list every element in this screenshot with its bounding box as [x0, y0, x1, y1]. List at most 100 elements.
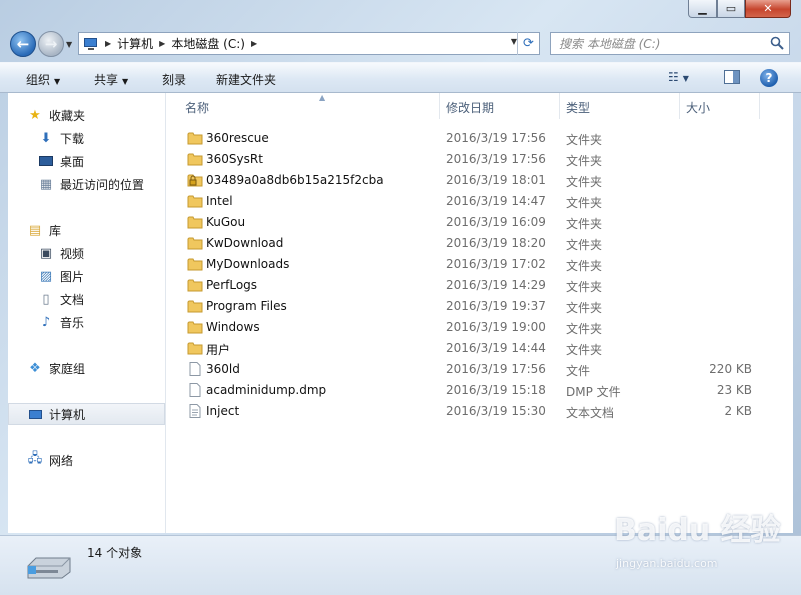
preview-pane-button[interactable]	[724, 70, 740, 84]
sidebar-item-label: 视频	[60, 246, 85, 261]
table-row[interactable]: Intel 2016/3/19 14:47 文件夹	[167, 191, 793, 212]
table-row[interactable]: KuGou 2016/3/19 16:09 文件夹	[167, 212, 793, 233]
change-view-button[interactable]: ☷ ▼	[668, 70, 689, 84]
new-folder-button[interactable]: 新建文件夹	[216, 71, 276, 88]
search-box[interactable]	[550, 32, 790, 55]
file-name: MyDownloads	[206, 257, 290, 271]
organize-label: 组织	[26, 73, 51, 87]
share-label: 共享	[94, 73, 119, 87]
table-row[interactable]: acadminidump.dmp 2016/3/19 15:18 DMP 文件 23 …	[167, 380, 793, 401]
back-arrow-icon: ←	[16, 35, 30, 53]
star-icon: ★	[29, 107, 41, 123]
folder-icon	[187, 321, 203, 334]
table-row[interactable]: MyDownloads 2016/3/19 17:02 文件夹	[167, 254, 793, 275]
sidebar-item-desktop[interactable]: 桌面	[8, 150, 165, 172]
file-name: PerfLogs	[206, 278, 258, 292]
column-header-label: 类型	[566, 101, 591, 115]
column-header-size[interactable]: 大小	[680, 93, 760, 119]
table-row[interactable]: 360ld 2016/3/19 17:56 文件 220 KB	[167, 359, 793, 380]
file-type: 文件夹	[566, 259, 603, 273]
breadcrumb-separator-icon[interactable]: ▶	[105, 39, 111, 48]
sidebar-item-label: 家庭组	[49, 361, 86, 376]
file-modified-date: 2016/3/19 14:29	[446, 278, 546, 292]
breadcrumb-local-disk[interactable]: 本地磁盘 (C:)	[171, 35, 245, 52]
sidebar-computer[interactable]: 计算机	[8, 403, 165, 425]
sidebar-item-pictures[interactable]: ▨ 图片	[8, 265, 165, 287]
column-header-name[interactable]: 名称 ▲	[179, 93, 440, 119]
file-size: 23 KB	[716, 383, 752, 397]
column-header-label: 名称	[185, 101, 210, 115]
refresh-button[interactable]: ⟳	[517, 32, 539, 55]
navigation-pane[interactable]: ★ 收藏夹 ⬇ 下载 桌面 ▦ 最近访问的位置 ▤ 库 ▣ 视频 ▨ 图片 ▯ …	[8, 93, 166, 533]
recent-pages-dropdown-icon[interactable]: ▼	[66, 40, 72, 49]
table-row[interactable]: 用户 2016/3/19 14:44 文件夹	[167, 338, 793, 359]
table-row[interactable]: 360SysRt 2016/3/19 17:56 文件夹	[167, 149, 793, 170]
maximize-button[interactable]: ▭	[717, 0, 745, 18]
sidebar-homegroup[interactable]: ❖ 家庭组	[8, 357, 165, 379]
library-icon: ▤	[28, 222, 42, 238]
search-icon[interactable]	[770, 36, 784, 50]
sidebar-libraries[interactable]: ▤ 库	[8, 219, 165, 241]
folder-icon	[187, 279, 203, 292]
file-type: 文件夹	[566, 217, 603, 231]
table-row[interactable]: PerfLogs 2016/3/19 14:29 文件夹	[167, 275, 793, 296]
explorer-window: ▁ ▭ ✕ ← → ▼ ▶ 计算机 ▶ 本地磁盘 (C:) ▶ ▼ ⟳ 组织▼ …	[0, 0, 801, 595]
share-menu[interactable]: 共享 ▼	[94, 71, 128, 88]
forward-button[interactable]: →	[38, 31, 64, 57]
sidebar-item-recent-places[interactable]: ▦ 最近访问的位置	[8, 173, 165, 195]
table-row[interactable]: Inject 2016/3/19 15:30 文本文档 2 KB	[167, 401, 793, 422]
column-header-label: 大小	[686, 101, 711, 115]
close-button[interactable]: ✕	[745, 0, 791, 18]
sidebar-item-documents[interactable]: ▯ 文档	[8, 288, 165, 310]
document-icon: ▯	[42, 291, 50, 307]
file-type: 文件夹	[566, 301, 603, 315]
file-list[interactable]: 名称 ▲ 修改日期 类型 大小 360rescue 2016/3/19 17:56…	[167, 93, 793, 533]
file-size: 220 KB	[709, 362, 752, 376]
file-name: 03489a0a8db6b15a215f2cba	[206, 173, 384, 187]
burn-button[interactable]: 刻录	[162, 71, 186, 88]
forward-arrow-icon: →	[44, 35, 58, 53]
file-type: 文件夹	[566, 175, 603, 189]
address-bar[interactable]: ▶ 计算机 ▶ 本地磁盘 (C:) ▶ ▼ ⟳	[78, 32, 540, 55]
file-modified-date: 2016/3/19 15:18	[446, 383, 546, 397]
sidebar-item-downloads[interactable]: ⬇ 下载	[8, 127, 165, 149]
breadcrumb-separator-icon[interactable]: ▶	[251, 39, 257, 48]
refresh-icon: ⟳	[523, 36, 534, 51]
column-header-date[interactable]: 修改日期	[440, 93, 560, 119]
search-input[interactable]	[559, 36, 759, 51]
folder-icon	[187, 258, 203, 271]
organize-menu[interactable]: 组织 ▼	[26, 71, 60, 88]
file-name: KuGou	[206, 215, 246, 229]
breadcrumb-computer[interactable]: 计算机	[117, 35, 153, 52]
locked-folder-icon	[187, 174, 203, 187]
recent-places-icon: ▦	[39, 176, 53, 192]
sidebar-item-music[interactable]: ♪ 音乐	[8, 311, 165, 333]
minimize-icon: ▁	[698, 2, 707, 15]
file-type: 文件夹	[566, 133, 603, 147]
file-type: 文件夹	[566, 238, 603, 252]
download-folder-icon: ⬇	[40, 130, 52, 146]
folder-icon	[187, 132, 203, 145]
sidebar-favorites[interactable]: ★ 收藏夹	[8, 104, 165, 126]
table-row[interactable]: KwDownload 2016/3/19 18:20 文件夹	[167, 233, 793, 254]
sidebar-item-videos[interactable]: ▣ 视频	[8, 242, 165, 264]
help-button[interactable]: ?	[760, 69, 778, 87]
folder-icon	[187, 300, 203, 313]
file-size: 2 KB	[724, 404, 752, 418]
back-button[interactable]: ←	[10, 31, 36, 57]
table-row[interactable]: 03489a0a8db6b15a215f2cba 2016/3/19 18:01 文…	[167, 170, 793, 191]
table-row[interactable]: Windows 2016/3/19 19:00 文件夹	[167, 317, 793, 338]
table-row[interactable]: 360rescue 2016/3/19 17:56 文件夹	[167, 128, 793, 149]
sidebar-item-label: 桌面	[60, 154, 85, 169]
sidebar-item-label: 音乐	[60, 315, 85, 330]
sidebar-item-label: 计算机	[49, 407, 86, 422]
table-row[interactable]: Program Files 2016/3/19 19:37 文件夹	[167, 296, 793, 317]
file-name: Intel	[206, 194, 233, 208]
sidebar-network[interactable]: 🖧 网络	[8, 449, 165, 471]
minimize-button[interactable]: ▁	[688, 0, 717, 18]
file-type: 文本文档	[566, 406, 615, 420]
breadcrumb-separator-icon[interactable]: ▶	[159, 39, 165, 48]
column-header-type[interactable]: 类型	[560, 93, 680, 119]
folder-icon	[187, 237, 203, 250]
file-type: 文件夹	[566, 280, 603, 294]
